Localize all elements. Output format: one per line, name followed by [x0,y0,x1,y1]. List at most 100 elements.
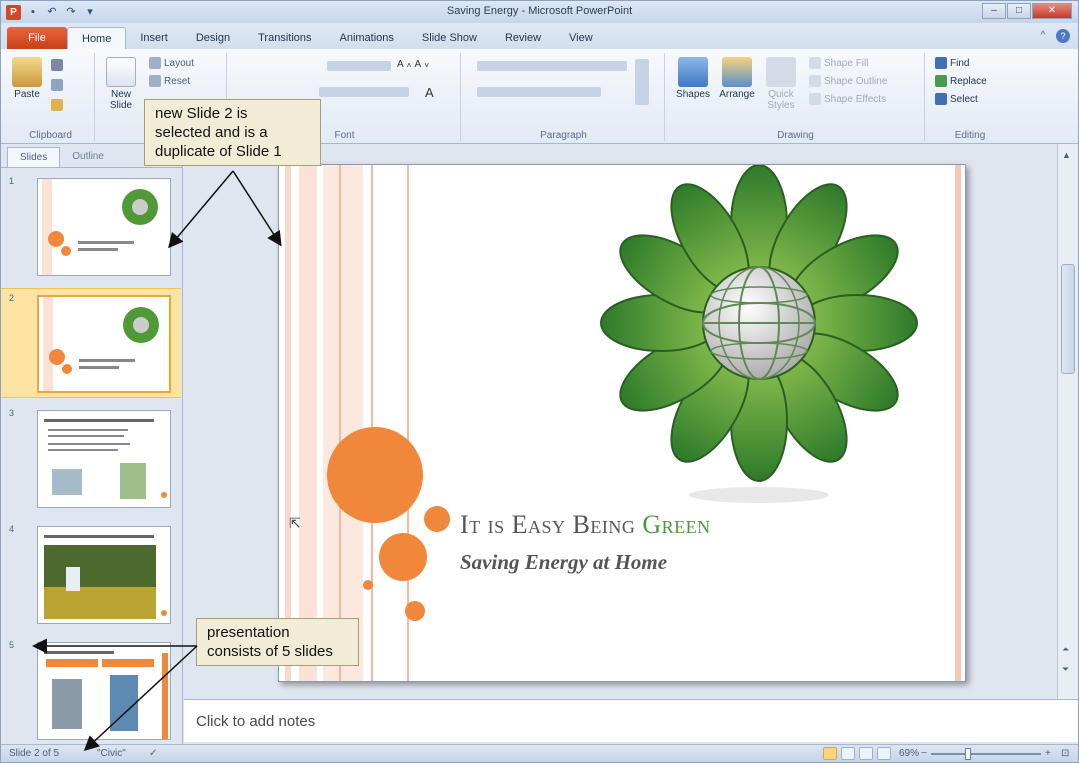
tab-file[interactable]: File [7,27,67,49]
arrange-button[interactable]: Arrange [715,57,759,100]
find-button[interactable]: Find [935,57,969,69]
tab-home[interactable]: Home [67,27,127,49]
zoom-in-icon[interactable]: + [1045,748,1051,759]
zoom-slider-knob[interactable] [965,748,971,760]
scrollbar-thumb[interactable] [1061,264,1075,374]
normal-view-button[interactable] [823,747,837,760]
shapes-icon [678,57,708,87]
thumbnail-image [37,295,171,393]
tab-view[interactable]: View [555,27,607,49]
thumbnail-image [37,526,171,624]
shape-fill-button[interactable]: Shape Fill [809,57,868,69]
slide-title-text: It is Easy Being [460,510,643,539]
fit-to-window-icon[interactable]: ⊡ [1061,748,1069,759]
find-label: Find [950,57,970,69]
tab-review[interactable]: Review [491,27,555,49]
help-icon[interactable]: ? [1056,29,1070,43]
minimize-ribbon-icon[interactable]: ^ [1036,29,1050,43]
tab-outline[interactable]: Outline [60,147,116,167]
alignment-buttons[interactable] [477,87,601,97]
new-slide-button[interactable]: New Slide [103,57,139,111]
replace-button[interactable]: Replace [935,75,987,87]
quick-styles-icon [766,57,796,87]
vertical-scrollbar[interactable]: ▲ ⏶ ⏷ [1057,144,1078,699]
format-painter-icon [51,99,63,111]
slide-thumbnail-3[interactable]: 3 [1,404,181,514]
maximize-button[interactable]: □ [1007,3,1031,19]
slide-thumbnail-4[interactable]: 4 [1,520,181,630]
close-button[interactable]: ✕ [1032,3,1072,19]
spelling-check-icon[interactable]: ✓ [149,748,157,759]
callout-duplicate-slide: new Slide 2 is selected and is a duplica… [144,99,321,166]
list-buttons[interactable] [477,61,627,71]
thumbnail-image [37,178,171,276]
slide-title[interactable]: It is Easy Being Green [460,510,711,540]
callout-line: new Slide 2 is [155,105,248,122]
format-painter-button[interactable] [51,99,63,111]
reset-label: Reset [164,75,191,87]
quick-styles-label: Quick Styles [767,89,795,111]
font-size-box[interactable] [327,61,391,71]
minimize-button[interactable]: – [982,3,1006,19]
editing-label: Editing [954,130,986,141]
current-slide[interactable]: It is Easy Being Green Saving Energy at … [278,164,966,682]
slide-number: 4 [9,524,15,534]
slide-sorter-button[interactable] [841,747,855,760]
paste-button[interactable]: Paste [11,57,43,100]
thumbnail-5-art [44,651,168,739]
copy-icon [51,79,63,91]
notes-pane[interactable]: Click to add notes [184,699,1078,742]
callout-line: selected and is a [155,124,268,141]
theme-name: "Civic" [97,748,126,759]
reading-view-button[interactable] [859,747,873,760]
shape-outline-button[interactable]: Shape Outline [809,75,887,87]
select-button[interactable]: Select [935,93,978,105]
arrange-icon [722,57,752,87]
shapes-button[interactable]: Shapes [673,57,713,100]
slide-thumbnail-2[interactable]: 2 [1,288,181,398]
tab-slides[interactable]: Slides [7,147,61,167]
thumbnail-image [37,410,171,508]
ribbon-help-area: ^ ? [1036,29,1070,43]
slide-subtitle[interactable]: Saving Energy at Home [460,550,667,575]
zoom-out-icon[interactable]: − [921,748,927,759]
orange-dot [363,580,373,590]
slide-show-button[interactable] [877,747,891,760]
tab-transitions[interactable]: Transitions [244,27,325,49]
font-format-buttons[interactable] [319,87,409,97]
clipboard-group: Paste Clipboard [7,53,95,141]
window-controls: – □ ✕ [982,3,1072,19]
find-icon [935,57,947,69]
slide-thumbnail-1[interactable]: 1 [1,172,181,282]
tab-animations[interactable]: Animations [326,27,408,49]
status-bar: Slide 2 of 5 "Civic" ✓ 69% − + ⊡ [1,744,1078,762]
next-slide-icon[interactable]: ⏷ [1062,664,1069,675]
cut-button[interactable] [51,59,63,71]
shape-fill-label: Shape Fill [824,57,869,69]
zoom-level[interactable]: 69% [899,748,919,759]
thumbnail-4-art [44,535,167,619]
quick-styles-button[interactable]: Quick Styles [761,57,801,111]
paste-label: Paste [14,89,40,100]
zoom-slider[interactable] [931,753,1041,755]
layout-button[interactable]: Layout [149,57,194,69]
window-title: Saving Energy - Microsoft PowerPoint [446,5,633,17]
copy-button[interactable] [51,79,63,91]
shape-effects-button[interactable]: Shape Effects [809,93,886,105]
tab-insert[interactable]: Insert [126,27,182,49]
font-color-button[interactable]: A [425,85,434,100]
tab-slide-show[interactable]: Slide Show [408,27,491,49]
new-slide-icon [106,57,136,87]
paste-icon [12,57,42,87]
previous-slide-icon[interactable]: ⏶ [1062,644,1069,655]
slide-number: 2 [9,293,15,303]
callout-line: presentation [207,624,290,641]
tab-design[interactable]: Design [182,27,244,49]
grow-font-button[interactable]: A ˄ A ˅ [397,59,429,70]
reset-button[interactable]: Reset [149,75,190,87]
slide-thumbnail-5[interactable]: 5 [1,636,181,746]
scroll-up-icon[interactable]: ▲ [1062,150,1071,160]
thumbnail-3-art [44,419,167,499]
text-direction-buttons[interactable] [635,59,649,105]
select-icon [935,93,947,105]
